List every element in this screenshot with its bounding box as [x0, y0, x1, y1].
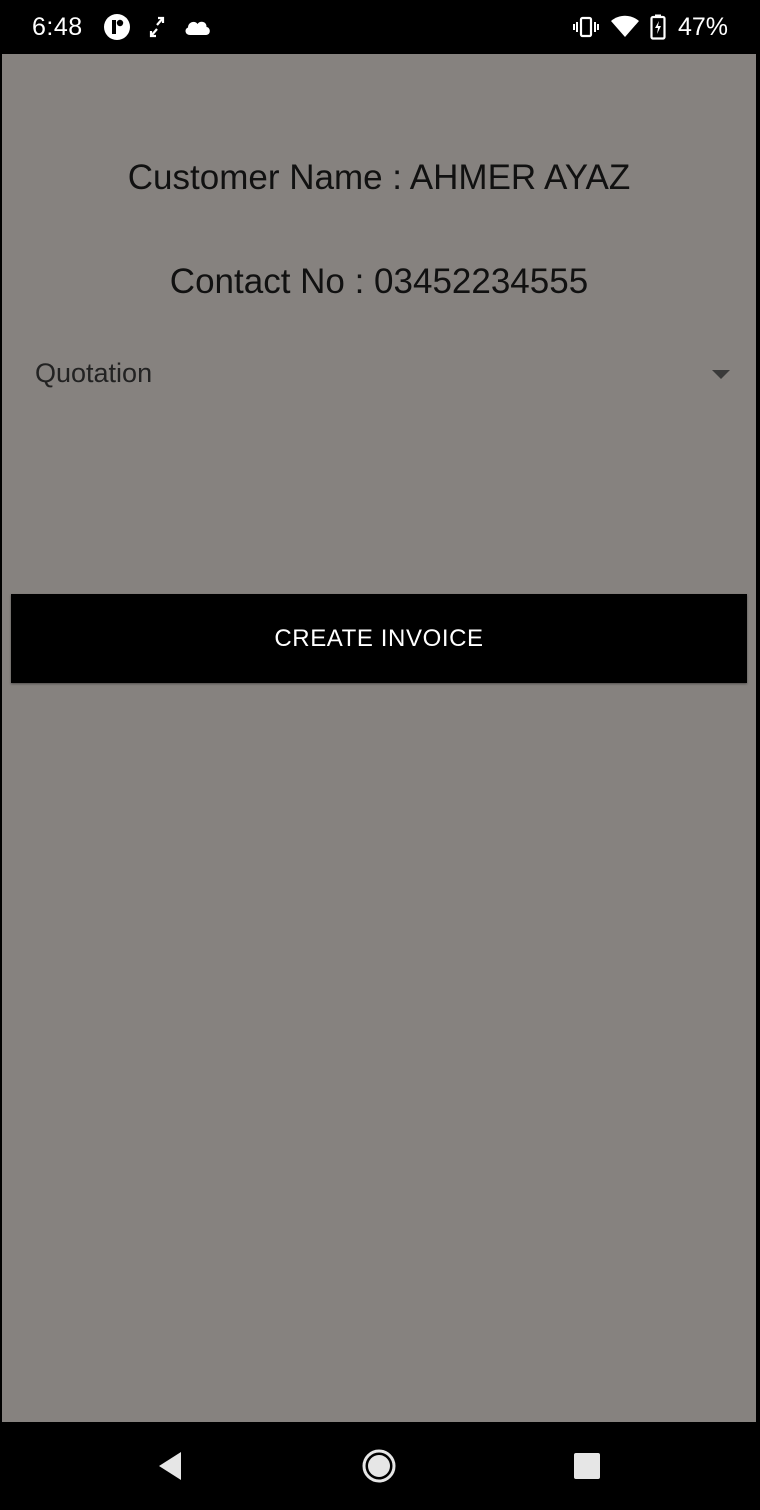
status-bar-left: 6:48 — [32, 0, 211, 54]
home-icon[interactable] — [339, 1422, 419, 1510]
create-invoice-button[interactable]: CREATE INVOICE — [11, 594, 747, 683]
navigation-bar — [0, 1422, 760, 1510]
notification-app-icon — [103, 13, 131, 41]
status-bar-right: 47% — [572, 0, 728, 54]
document-type-selected: Quotation — [35, 358, 153, 388]
battery-charging-icon — [650, 14, 666, 40]
sync-icon — [149, 16, 165, 38]
status-bar: 6:48 47% — [0, 0, 760, 54]
vibrate-icon — [572, 16, 600, 38]
battery-percent: 47% — [677, 12, 728, 41]
app-screen: 6:48 47% Customer Name: AHMER AYAZ Cont… — [0, 0, 760, 1510]
back-icon[interactable] — [130, 1422, 210, 1510]
recents-icon[interactable] — [547, 1422, 627, 1510]
main-content: Customer Name : AHMER AYAZ Contact No : … — [2, 54, 756, 1422]
contact-number-label: Contact No : 03452234555 — [169, 262, 589, 301]
document-type-dropdown[interactable]: Quotation — [12, 348, 746, 404]
cloud-icon — [183, 18, 211, 36]
customer-name-label: Customer Name : AHMER AYAZ — [127, 158, 631, 197]
wifi-icon — [610, 15, 640, 39]
dropdown-arrow-icon — [712, 370, 730, 379]
status-time: 6:48 — [32, 12, 83, 41]
